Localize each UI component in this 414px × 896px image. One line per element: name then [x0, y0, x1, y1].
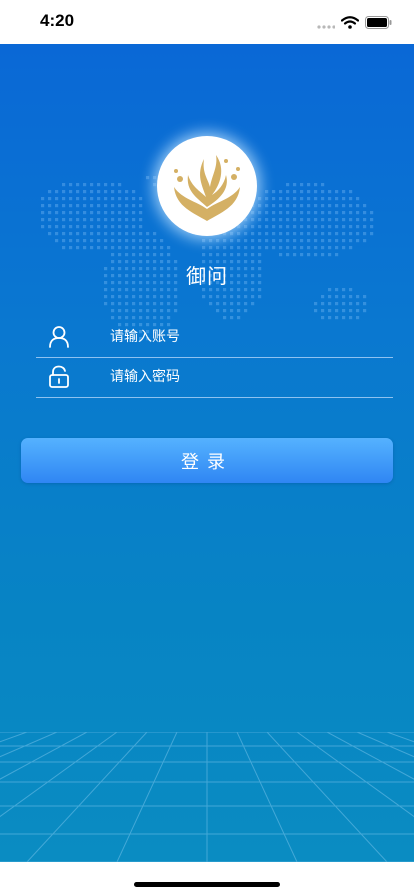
grid-floor-background [0, 732, 414, 862]
account-input[interactable] [110, 323, 380, 351]
account-field [36, 317, 393, 358]
status-time: 4:20 [40, 11, 75, 30]
lock-icon [48, 365, 70, 389]
password-field [36, 357, 393, 398]
status-bar: 4:20 [0, 0, 414, 44]
login-screen: 御问 登录 [0, 44, 414, 862]
home-area [0, 862, 414, 896]
user-icon [48, 325, 70, 349]
flame-leaf-logo-icon [174, 155, 240, 221]
battery-icon [365, 14, 392, 33]
signal-icon [317, 14, 336, 33]
app-title: 御问 [186, 264, 228, 288]
login-button[interactable]: 登录 [21, 438, 393, 483]
password-input[interactable] [110, 363, 380, 391]
app-logo [157, 136, 257, 236]
home-indicator[interactable] [134, 882, 280, 887]
status-icons [317, 14, 392, 33]
wifi-icon [340, 14, 360, 33]
